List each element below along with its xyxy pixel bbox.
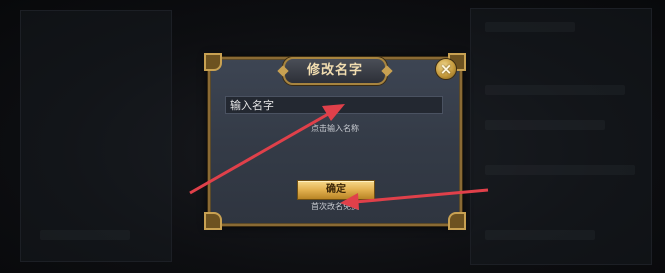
background-row [485, 85, 625, 95]
close-icon: × [439, 59, 453, 78]
frame-corner-ornament [448, 212, 466, 230]
confirm-button[interactable]: 确定 [297, 180, 375, 200]
background-panel-left [20, 10, 172, 262]
background-row [485, 22, 575, 32]
background-row [40, 230, 130, 240]
dialog-title-plate: 修改名字 [283, 57, 387, 85]
background-panel-right [470, 8, 652, 265]
free-rename-note: 首次改名免费 [311, 202, 359, 211]
input-hint: 点击输入名称 [311, 124, 359, 133]
frame-corner-ornament [204, 212, 222, 230]
background-row [485, 230, 595, 240]
frame-corner-ornament [204, 53, 222, 71]
background-row [485, 165, 635, 175]
background-row [485, 120, 605, 130]
name-input[interactable] [225, 96, 443, 114]
close-button[interactable]: × [435, 58, 457, 80]
game-screen: 修改名字 × 点击输入名称 确定 首次改名免费 [0, 0, 665, 273]
dialog-title: 修改名字 [306, 63, 363, 78]
